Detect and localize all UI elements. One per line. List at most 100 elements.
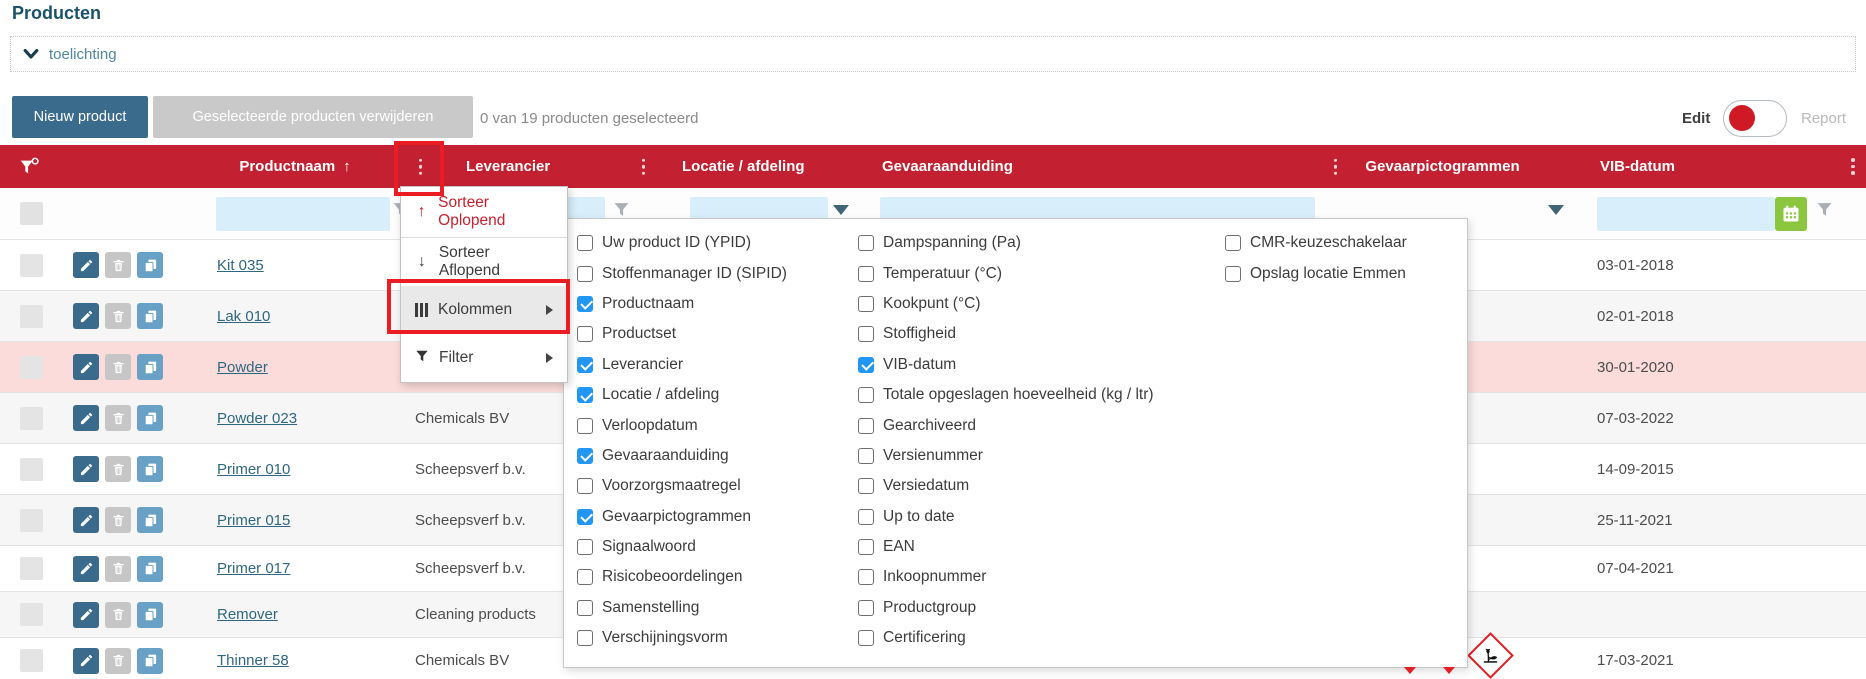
- checkbox[interactable]: [858, 418, 874, 434]
- product-link[interactable]: Lak 010: [217, 308, 270, 325]
- checkbox[interactable]: [858, 478, 874, 494]
- checkbox[interactable]: [858, 357, 874, 373]
- checkbox[interactable]: [858, 630, 874, 646]
- edit-button[interactable]: [73, 648, 99, 674]
- delete-selected-button[interactable]: Geselecteerde producten verwijderen: [153, 96, 473, 138]
- column-toggle[interactable]: Temperatuur (°C): [858, 258, 1218, 288]
- row-checkbox[interactable]: [20, 649, 43, 672]
- column-header-locatie[interactable]: Locatie / afdeling: [645, 145, 870, 188]
- checkbox[interactable]: [577, 630, 593, 646]
- column-toggle[interactable]: EAN: [858, 532, 1218, 562]
- edit-button[interactable]: [73, 303, 99, 329]
- row-checkbox[interactable]: [20, 509, 43, 532]
- checkbox[interactable]: [577, 478, 593, 494]
- checkbox[interactable]: [577, 539, 593, 555]
- column-header-leverancier[interactable]: Leverancier: [400, 145, 645, 188]
- column-toggle[interactable]: VIB-datum: [858, 350, 1218, 380]
- checkbox[interactable]: [858, 296, 874, 312]
- column-toggle[interactable]: Opslag locatie Emmen: [1225, 258, 1465, 288]
- checkbox[interactable]: [1225, 235, 1241, 251]
- checkbox[interactable]: [1225, 266, 1241, 282]
- product-link[interactable]: Thinner 58: [217, 652, 289, 669]
- product-link[interactable]: Kit 035: [217, 257, 264, 274]
- calendar-button[interactable]: [1775, 197, 1807, 231]
- copy-button[interactable]: [137, 252, 163, 278]
- product-link[interactable]: Primer 015: [217, 512, 290, 529]
- delete-button[interactable]: [105, 648, 131, 674]
- column-header-gevaaraanduiding[interactable]: Gevaaraanduiding: [870, 145, 1345, 188]
- column-toggle[interactable]: Gevaarpictogrammen: [577, 502, 855, 532]
- column-toggle[interactable]: Signaalwoord: [577, 532, 855, 562]
- checkbox[interactable]: [577, 569, 593, 585]
- column-toggle[interactable]: Stoffigheid: [858, 319, 1218, 349]
- edit-button[interactable]: [73, 405, 99, 431]
- copy-button[interactable]: [137, 456, 163, 482]
- menu-item-filter[interactable]: Filter: [401, 334, 567, 382]
- new-product-button[interactable]: Nieuw product: [12, 96, 148, 138]
- clear-filters-icon[interactable]: [18, 156, 40, 178]
- checkbox[interactable]: [858, 387, 874, 403]
- column-menu-kebab-icon[interactable]: [1330, 154, 1342, 179]
- checkbox[interactable]: [858, 600, 874, 616]
- product-link[interactable]: Remover: [217, 606, 278, 623]
- checkbox[interactable]: [858, 235, 874, 251]
- checkbox[interactable]: [577, 387, 593, 403]
- delete-button[interactable]: [105, 456, 131, 482]
- column-toggle[interactable]: Kookpunt (°C): [858, 289, 1218, 319]
- column-toggle[interactable]: Locatie / afdeling: [577, 380, 855, 410]
- column-toggle[interactable]: Leverancier: [577, 350, 855, 380]
- column-toggle[interactable]: Dampspanning (Pa): [858, 228, 1218, 258]
- menu-item-sort-descending[interactable]: ↓ Sorteer Aflopend: [401, 238, 567, 286]
- checkbox[interactable]: [577, 448, 593, 464]
- column-toggle[interactable]: Up to date: [858, 502, 1218, 532]
- product-link[interactable]: Primer 017: [217, 560, 290, 577]
- copy-button[interactable]: [137, 648, 163, 674]
- copy-button[interactable]: [137, 405, 163, 431]
- column-toggle[interactable]: Versienummer: [858, 441, 1218, 471]
- column-header-productnaam[interactable]: Productnaam ↑: [190, 145, 400, 188]
- checkbox[interactable]: [577, 509, 593, 525]
- column-toggle[interactable]: Versiedatum: [858, 471, 1218, 501]
- edit-report-toggle[interactable]: [1723, 100, 1787, 137]
- column-toggle[interactable]: Inkoopnummer: [858, 562, 1218, 592]
- delete-button[interactable]: [105, 602, 131, 628]
- column-toggle[interactable]: Certificering: [858, 623, 1218, 653]
- product-link[interactable]: Primer 010: [217, 461, 290, 478]
- column-header-gevaarpictogrammen[interactable]: Gevaarpictogrammen: [1345, 145, 1540, 188]
- checkbox[interactable]: [858, 509, 874, 525]
- column-toggle[interactable]: Gearchiveerd: [858, 410, 1218, 440]
- column-toggle[interactable]: Verschijningsvorm: [577, 623, 855, 653]
- checkbox[interactable]: [577, 357, 593, 373]
- checkbox[interactable]: [577, 266, 593, 282]
- checkbox[interactable]: [577, 296, 593, 312]
- row-checkbox[interactable]: [20, 305, 43, 328]
- column-toggle[interactable]: CMR-keuzeschakelaar: [1225, 228, 1465, 258]
- product-link[interactable]: Powder 023: [217, 410, 297, 427]
- edit-button[interactable]: [73, 507, 99, 533]
- checkbox[interactable]: [577, 418, 593, 434]
- filter-funnel-icon[interactable]: [1816, 201, 1833, 218]
- edit-button[interactable]: [73, 354, 99, 380]
- column-toggle[interactable]: Totale opgeslagen hoeveelheid (kg / ltr): [858, 380, 1218, 410]
- edit-button[interactable]: [73, 456, 99, 482]
- copy-button[interactable]: [137, 303, 163, 329]
- row-checkbox[interactable]: [20, 407, 43, 430]
- checkbox[interactable]: [858, 569, 874, 585]
- edit-button[interactable]: [73, 252, 99, 278]
- filter-funnel-icon[interactable]: [613, 201, 630, 218]
- copy-button[interactable]: [137, 602, 163, 628]
- column-toggle[interactable]: Productset: [577, 319, 855, 349]
- delete-button[interactable]: [105, 556, 131, 582]
- row-checkbox[interactable]: [20, 458, 43, 481]
- checkbox[interactable]: [577, 235, 593, 251]
- column-toggle[interactable]: Stoffenmanager ID (SIPID): [577, 258, 855, 288]
- column-toggle[interactable]: Voorzorgsmaatregel: [577, 471, 855, 501]
- row-checkbox[interactable]: [20, 557, 43, 580]
- vib-datum-filter-input[interactable]: [1597, 197, 1775, 231]
- copy-button[interactable]: [137, 556, 163, 582]
- delete-button[interactable]: [105, 405, 131, 431]
- column-toggle[interactable]: Productgroup: [858, 593, 1218, 623]
- locatie-dropdown-arrow[interactable]: [833, 205, 849, 215]
- row-checkbox[interactable]: [20, 603, 43, 626]
- pictogram-dropdown-arrow[interactable]: [1548, 205, 1564, 215]
